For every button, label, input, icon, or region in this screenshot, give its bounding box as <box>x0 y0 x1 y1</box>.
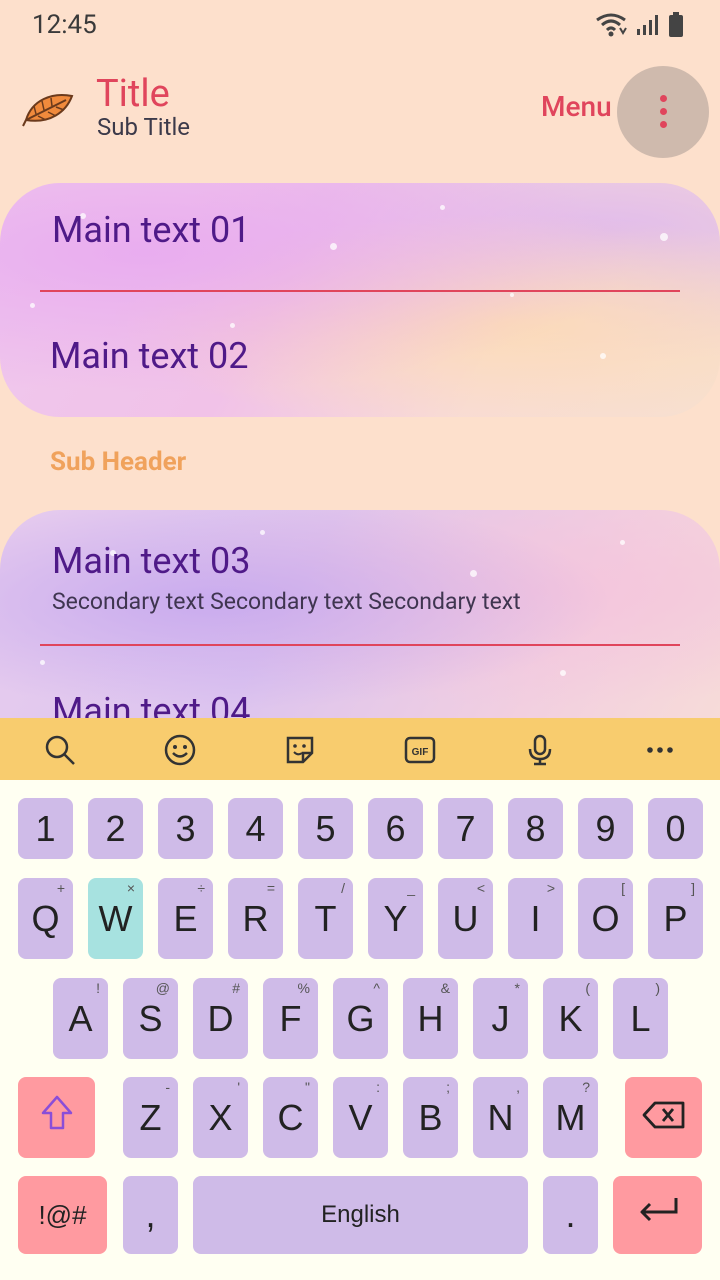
key-v[interactable]: :V <box>333 1077 388 1158</box>
list-item-main-text[interactable]: Main text 01 <box>52 209 250 251</box>
key-g[interactable]: ^ G <box>333 978 388 1059</box>
key-o[interactable]: [O <box>578 878 633 959</box>
divider <box>40 644 680 646</box>
key-u[interactable]: < U <box>438 878 493 959</box>
key-j[interactable]: * J <box>473 978 528 1059</box>
backspace-icon <box>641 1097 687 1139</box>
key-k[interactable]: (K <box>543 978 598 1059</box>
wifi-icon <box>594 12 628 42</box>
sub-header: Sub Header <box>50 447 187 477</box>
app-subtitle: Sub Title <box>97 113 191 141</box>
emoji-icon[interactable] <box>162 732 198 768</box>
divider <box>40 290 680 292</box>
shift-icon <box>40 1094 74 1141</box>
key-x[interactable]: ' X <box>193 1077 248 1158</box>
key-f[interactable]: % F <box>263 978 318 1059</box>
key-b[interactable]: ; B <box>403 1077 458 1158</box>
key-z[interactable]: -Z <box>123 1077 178 1158</box>
key-0[interactable]: 0 <box>648 798 703 859</box>
key-i[interactable]: > I <box>508 878 563 959</box>
key-7[interactable]: 7 <box>438 798 493 859</box>
key-n[interactable]: ,N <box>473 1077 528 1158</box>
sticker-icon[interactable] <box>282 732 318 768</box>
key-9[interactable]: 9 <box>578 798 633 859</box>
search-icon[interactable] <box>42 732 78 768</box>
key-y[interactable]: _ Y <box>368 878 423 959</box>
comma-key[interactable]: , <box>123 1176 178 1254</box>
key-l[interactable]: ) L <box>613 978 668 1059</box>
enter-key[interactable] <box>613 1176 702 1254</box>
key-2[interactable]: 2 <box>88 798 143 859</box>
gif-icon[interactable]: GIF <box>402 732 438 768</box>
mic-icon[interactable] <box>522 732 558 768</box>
backspace-key[interactable] <box>625 1077 702 1158</box>
key-4[interactable]: 4 <box>228 798 283 859</box>
key-3[interactable]: 3 <box>158 798 213 859</box>
key-6[interactable]: 6 <box>368 798 423 859</box>
symbols-key[interactable]: !@# <box>18 1176 107 1254</box>
key-h[interactable]: & H <box>403 978 458 1059</box>
app-bar: Title Sub Title Menu <box>0 60 720 160</box>
key-1[interactable]: 1 <box>18 798 73 859</box>
more-options-button[interactable] <box>617 66 709 158</box>
key-5[interactable]: 5 <box>298 798 353 859</box>
keyboard-toolbar: GIF <box>0 718 720 780</box>
key-p[interactable]: ] P <box>648 878 703 959</box>
key-a[interactable]: ! A <box>53 978 108 1059</box>
more-horizontal-icon[interactable] <box>642 732 678 768</box>
list-item-main-text[interactable]: Main text 03 <box>52 540 250 582</box>
key-8[interactable]: 8 <box>508 798 563 859</box>
app-title: Title <box>96 72 170 116</box>
signal-icon <box>636 13 660 41</box>
space-key[interactable]: English <box>193 1176 528 1254</box>
status-time: 12:45 <box>32 10 97 40</box>
shift-key[interactable] <box>18 1077 95 1158</box>
menu-button[interactable]: Menu <box>541 90 612 123</box>
key-d[interactable]: # D <box>193 978 248 1059</box>
enter-icon <box>634 1194 682 1237</box>
status-bar: 12:45 <box>0 0 720 52</box>
feather-logo-icon <box>22 90 74 130</box>
list-item-main-text[interactable]: Main text 02 <box>50 335 248 377</box>
key-m[interactable]: ? M <box>543 1077 598 1158</box>
gif-label: GIF <box>412 747 429 758</box>
key-q[interactable]: + Q <box>18 878 73 959</box>
key-e[interactable]: ÷ E <box>158 878 213 959</box>
keyboard: 1 2 3 4 5 6 7 8 9 0 + Q × W ÷ E = R / T _ Y < U… <box>0 780 720 1280</box>
key-r[interactable]: = R <box>228 878 283 959</box>
key-w[interactable]: × W <box>88 878 143 959</box>
list-item-secondary-text: Secondary text Secondary text Secondary … <box>52 588 521 615</box>
key-c[interactable]: " C <box>263 1077 318 1158</box>
key-t[interactable]: / T <box>298 878 353 959</box>
period-key[interactable]: . <box>543 1176 598 1254</box>
key-s[interactable]: @ S <box>123 978 178 1059</box>
battery-icon <box>668 12 684 42</box>
